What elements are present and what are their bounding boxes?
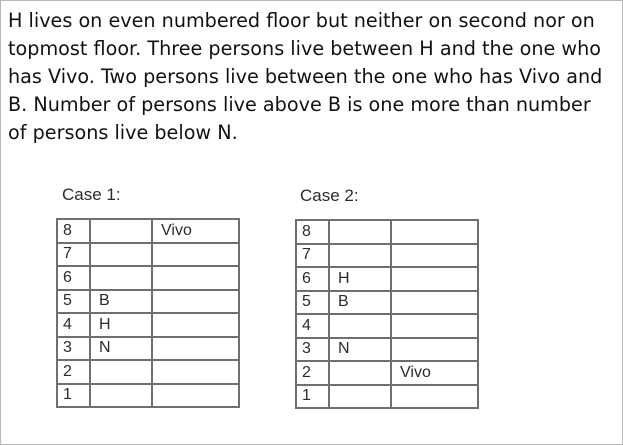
floor-row: 5B: [56, 288, 240, 314]
floor-row: 1: [295, 383, 479, 409]
phone-cell: [390, 242, 479, 268]
person-cell: [89, 241, 153, 267]
floor-number-cell: 8: [295, 219, 330, 245]
floor-number-cell: 3: [295, 336, 330, 362]
floor-number-cell: 8: [56, 218, 91, 244]
floor-number-cell: 1: [56, 382, 91, 408]
person-cell: [328, 313, 392, 339]
phone-cell: [151, 382, 240, 408]
paragraph-line: B. Number of persons live above B is one…: [8, 93, 591, 116]
floor-number-cell: 7: [295, 242, 330, 268]
floor-number-cell: 6: [56, 265, 91, 291]
floor-number-cell: 1: [295, 383, 330, 409]
paragraph-line: H lives on even numbered floor but neith…: [8, 9, 595, 32]
paragraph-line: has Vivo. Two persons live between the o…: [8, 65, 603, 88]
case-1-title: Case 1:: [62, 185, 121, 204]
floor-row: 3N: [295, 336, 479, 362]
person-cell: [89, 359, 153, 385]
floor-row: 2 Vivo: [295, 360, 479, 386]
phone-cell: [390, 219, 479, 245]
phone-cell: [151, 335, 240, 361]
person-cell: [328, 383, 392, 409]
paragraph-line: of persons live below N.: [8, 121, 238, 144]
case-2-table: 8 7 6 H 5 B 4 3 N 2 Vivo 1: [295, 219, 479, 409]
person-cell: B: [328, 289, 392, 315]
floor-row: 7: [56, 241, 240, 267]
floor-row: 8: [295, 219, 479, 245]
floor-row: 4: [295, 313, 479, 339]
case-2-title: Case 2:: [300, 186, 359, 205]
person-cell: H: [328, 266, 392, 292]
person-cell: [328, 242, 392, 268]
paragraph-line: topmost floor. Three persons live betwee…: [8, 37, 602, 60]
floor-number-cell: 3: [56, 335, 91, 361]
person-cell: [328, 360, 392, 386]
person-cell: [89, 218, 153, 244]
person-cell: H: [89, 312, 153, 338]
floor-row: 7: [295, 242, 479, 268]
floor-row: 6: [56, 265, 240, 291]
floor-number-cell: 7: [56, 241, 91, 267]
phone-cell: [151, 359, 240, 385]
person-cell: [89, 265, 153, 291]
phone-cell: [390, 289, 479, 315]
floor-number-cell: 5: [56, 288, 91, 314]
floor-row: 4H: [56, 312, 240, 338]
floor-number-cell: 4: [295, 313, 330, 339]
phone-cell: [390, 266, 479, 292]
person-cell: [328, 219, 392, 245]
document-frame: H lives on even numbered floor but neith…: [0, 0, 623, 445]
floor-number-cell: 4: [56, 312, 91, 338]
person-cell: N: [328, 336, 392, 362]
phone-cell: [151, 241, 240, 267]
floor-row: 5B: [295, 289, 479, 315]
person-cell: [89, 382, 153, 408]
floor-number-cell: 6: [295, 266, 330, 292]
puzzle-paragraph: H lives on even numbered floor but neith…: [8, 7, 618, 147]
person-cell: N: [89, 335, 153, 361]
phone-cell: [390, 313, 479, 339]
phone-cell: [151, 288, 240, 314]
person-cell: B: [89, 288, 153, 314]
floor-row: 6H: [295, 266, 479, 292]
floor-row: 2: [56, 359, 240, 385]
case-1-table: 8 Vivo 7 6 5 B 4 H 3 N 2 1: [56, 218, 240, 408]
floor-row: 1: [56, 382, 240, 408]
floor-number-cell: 5: [295, 289, 330, 315]
phone-cell: [390, 383, 479, 409]
floor-row: 8 Vivo: [56, 218, 240, 244]
phone-cell: Vivo: [390, 360, 479, 386]
floor-number-cell: 2: [56, 359, 91, 385]
phone-cell: Vivo: [151, 218, 240, 244]
floor-number-cell: 2: [295, 360, 330, 386]
phone-cell: [390, 336, 479, 362]
phone-cell: [151, 312, 240, 338]
phone-cell: [151, 265, 240, 291]
floor-row: 3N: [56, 335, 240, 361]
